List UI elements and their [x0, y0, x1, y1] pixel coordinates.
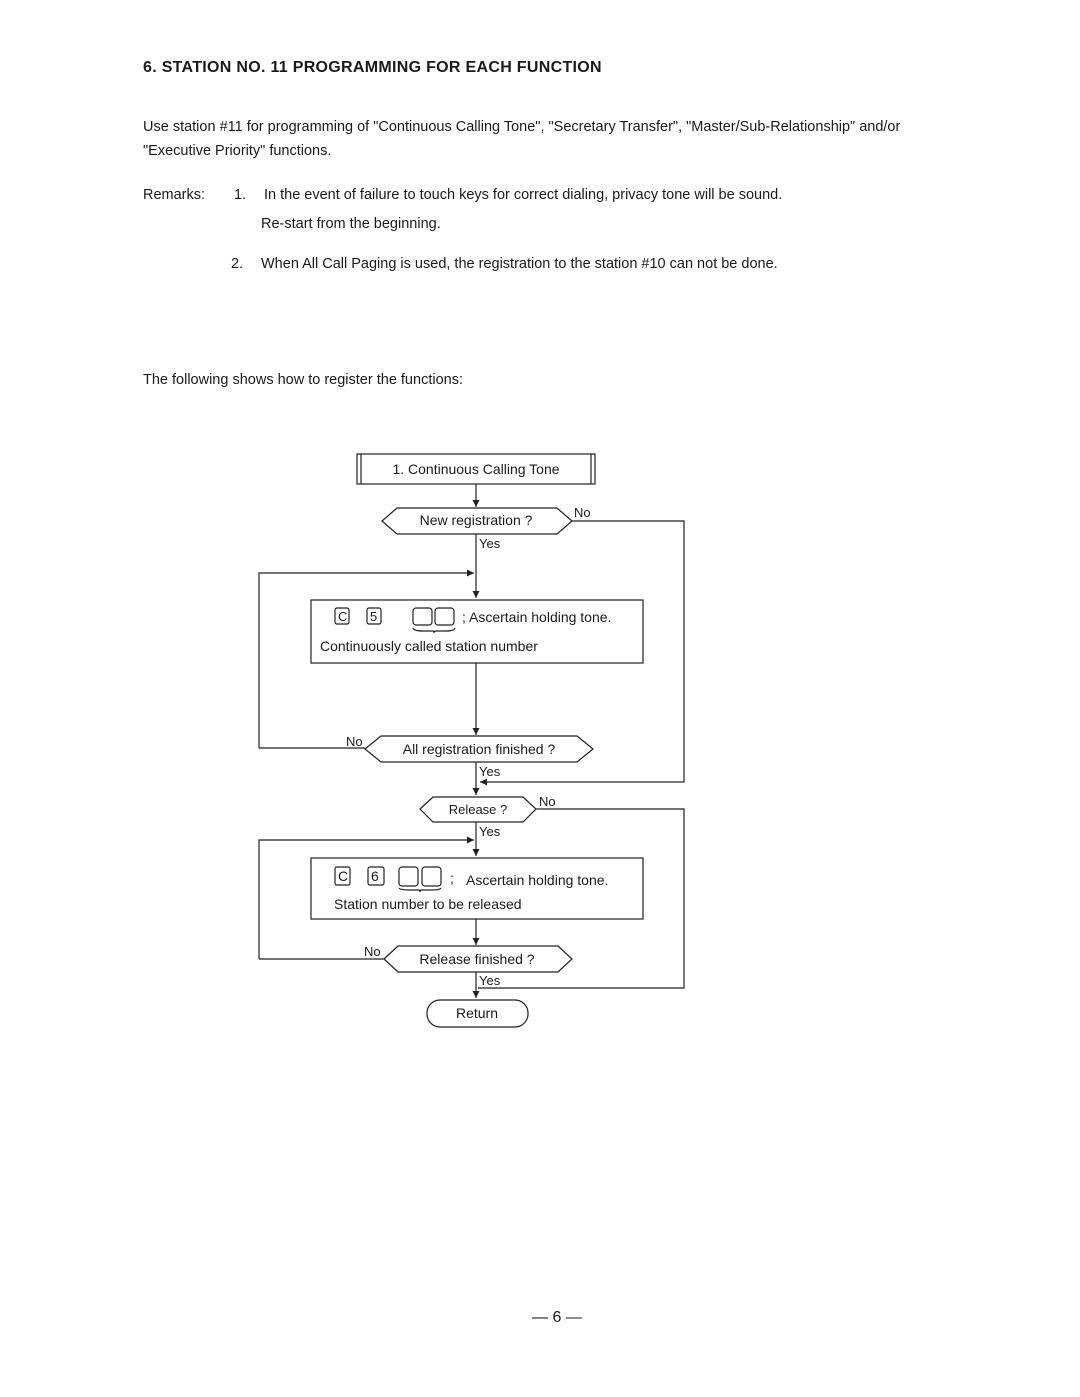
- start-label: 1. Continuous Calling Tone: [392, 461, 559, 477]
- decision-release-label: Release ?: [449, 802, 508, 817]
- page-number: — 6 —: [532, 1309, 582, 1326]
- key-5-label: 5: [370, 609, 377, 624]
- yes-label: Yes: [479, 973, 501, 988]
- no-label: No: [346, 734, 363, 749]
- decision-new-label: New registration ?: [420, 512, 533, 528]
- decision-all-finished-label: All registration finished ?: [403, 741, 556, 757]
- no-label: No: [539, 794, 556, 809]
- no-label: No: [574, 505, 591, 520]
- register-note: Continuously called station number: [320, 638, 538, 654]
- semicolon: ;: [450, 870, 454, 886]
- flowchart: 1. Continuous Calling Tone New registrat…: [258, 453, 685, 1028]
- release-action: Ascertain holding tone.: [466, 872, 608, 888]
- yes-label: Yes: [479, 536, 501, 551]
- yes-label: Yes: [479, 764, 501, 779]
- return-label: Return: [456, 1005, 498, 1021]
- no-label: No: [364, 944, 381, 959]
- key-c-label: C: [338, 609, 347, 624]
- yes-label: Yes: [479, 824, 501, 839]
- key-c-label: C: [338, 868, 348, 884]
- key-6-label: 6: [371, 868, 379, 884]
- release-note: Station number to be released: [334, 896, 522, 912]
- register-action: ; Ascertain holding tone.: [462, 609, 611, 625]
- decision-release-finished-label: Release finished ?: [419, 951, 534, 967]
